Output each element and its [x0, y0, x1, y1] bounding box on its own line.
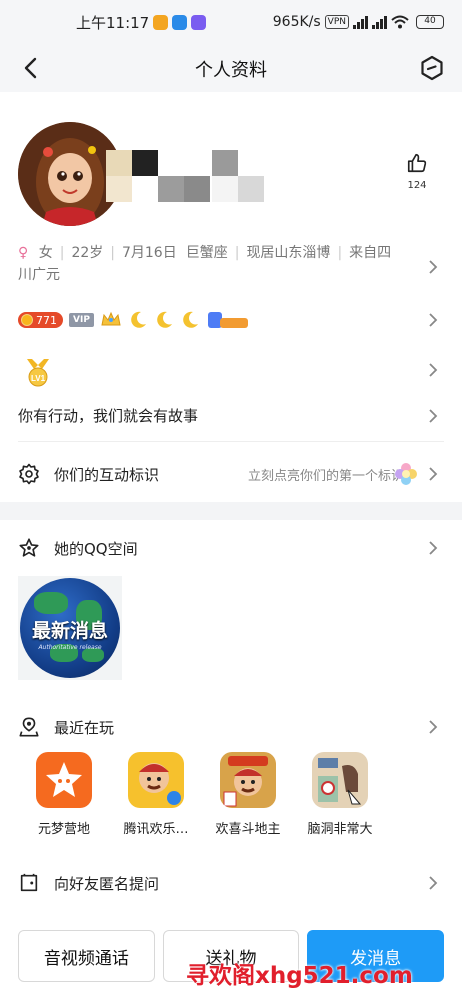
level-medal-icon[interactable]: LV1 — [24, 357, 52, 389]
profile-card: 124 ♀ 女 | 22岁 | 7月16日 巨蟹座 | 现居山东淄博 | 来自四 川广元 771 … — [0, 92, 462, 502]
battery-icon: 40 — [416, 15, 444, 29]
chevron-right-icon[interactable] — [428, 719, 438, 735]
yuanmeng-app-icon — [36, 752, 92, 808]
happy-game-app-icon — [128, 752, 184, 808]
notification-app-icon — [153, 14, 169, 30]
page-title: 个人资料 — [195, 60, 267, 81]
status-time: 上午11:17 — [76, 13, 150, 32]
chevron-right-icon[interactable] — [428, 362, 438, 378]
activity-card: 她的QQ空间 最新消息 Authoritative release 最近在玩 元… — [0, 520, 462, 1000]
interaction-hint: 立刻点亮你们的第一个标识 — [247, 468, 404, 484]
game-item[interactable]: 欢喜斗地主 — [202, 752, 294, 837]
hometown: 来自四 — [349, 245, 392, 261]
chevron-right-icon[interactable] — [428, 408, 438, 424]
status-bar: 上午11:17 965K/s VPN 40 — [0, 0, 462, 44]
wifi-icon — [391, 15, 409, 29]
age: 22岁 — [71, 245, 104, 261]
game-name: 脑洞非常大 — [307, 822, 373, 837]
signal-icon — [372, 15, 387, 29]
globe-image: 最新消息 Authoritative release — [20, 578, 120, 678]
nav-bar: 个人资料 — [0, 44, 462, 92]
notification-app-icon — [172, 14, 188, 30]
gender-icon: ♀ — [18, 245, 29, 261]
chevron-right-icon[interactable] — [428, 259, 438, 275]
star-icon — [19, 538, 39, 557]
network-speed: 965K/s — [272, 14, 321, 30]
divider — [18, 441, 444, 442]
interaction-mark-row[interactable]: 你们的互动标识 立刻点亮你们的第一个标识 — [18, 457, 444, 491]
game-name: 腾讯欢乐… — [123, 822, 189, 837]
game-item[interactable]: 脑洞非常大 — [294, 752, 386, 837]
like-button[interactable]: 124 — [400, 152, 434, 191]
location: 现居山东淄博 — [246, 245, 331, 261]
moon-icon — [183, 311, 198, 328]
watermark: 寻欢阁xhg521.com — [186, 963, 413, 989]
vpn-badge: VPN — [324, 15, 349, 29]
video-call-button[interactable]: 音视频通话 — [18, 930, 155, 982]
badge-row[interactable]: 771 VIP — [18, 309, 250, 331]
gender: 女 — [38, 245, 53, 261]
recent-games-list: 元梦营地 腾讯欢乐… 欢喜斗地主 脑洞非常大 — [18, 752, 386, 837]
coin-icon — [21, 314, 33, 326]
game-item[interactable]: 元梦营地 — [18, 752, 110, 837]
basic-info[interactable]: ♀ 女 | 22岁 | 7月16日 巨蟹座 | 现居山东淄博 | 来自四 川广元 — [18, 242, 418, 286]
talent-badge-icon — [207, 312, 248, 328]
brain-hole-app-icon — [312, 752, 368, 808]
question-box-icon — [20, 873, 38, 892]
thumbs-up-icon — [407, 153, 427, 173]
chevron-right-icon[interactable] — [428, 312, 438, 328]
recent-games-title: 最近在玩 — [54, 718, 115, 737]
signal-icon — [353, 15, 368, 29]
game-name: 欢喜斗地主 — [215, 822, 281, 837]
qzone-row[interactable]: 她的QQ空间 — [18, 537, 138, 559]
vip-badge: VIP — [69, 313, 94, 327]
moon-icon — [131, 311, 146, 328]
level-text: LV1 — [31, 374, 46, 383]
coin-badge: 771 — [18, 312, 63, 328]
qzone-cover-subtitle: Authoritative release — [38, 644, 102, 651]
interaction-label: 你们的互动标识 — [54, 465, 160, 484]
gear-badge-icon — [19, 463, 39, 485]
moon-icon — [157, 311, 172, 328]
signature-text[interactable]: 你有行动，我们就会有故事 — [18, 405, 198, 426]
game-item[interactable]: 腾讯欢乐… — [110, 752, 202, 837]
qzone-cover[interactable]: 最新消息 Authoritative release — [18, 576, 122, 680]
more-hex-icon[interactable] — [418, 54, 446, 82]
doudizhu-app-icon — [220, 752, 276, 808]
chevron-right-icon[interactable] — [428, 540, 438, 556]
chevron-right-icon[interactable] — [428, 466, 438, 482]
game-name: 元梦营地 — [37, 822, 90, 837]
location-pin-icon — [19, 717, 39, 737]
hometown-cont: 川广元 — [18, 267, 60, 283]
qzone-cover-title: 最新消息 — [31, 620, 108, 642]
zodiac: 巨蟹座 — [185, 245, 228, 261]
notification-app-icon — [191, 14, 207, 30]
recent-games-row[interactable]: 最近在玩 — [18, 716, 114, 738]
flower-icon — [395, 463, 417, 485]
qzone-title: 她的QQ空间 — [54, 539, 138, 558]
chevron-right-icon[interactable] — [428, 875, 438, 891]
anon-question-label: 向好友匿名提问 — [54, 874, 160, 893]
birthday: 7月16日 — [121, 245, 177, 261]
anon-question-row[interactable]: 向好友匿名提问 — [18, 872, 159, 894]
crown-icon — [101, 311, 121, 326]
like-count: 124 — [407, 180, 427, 191]
